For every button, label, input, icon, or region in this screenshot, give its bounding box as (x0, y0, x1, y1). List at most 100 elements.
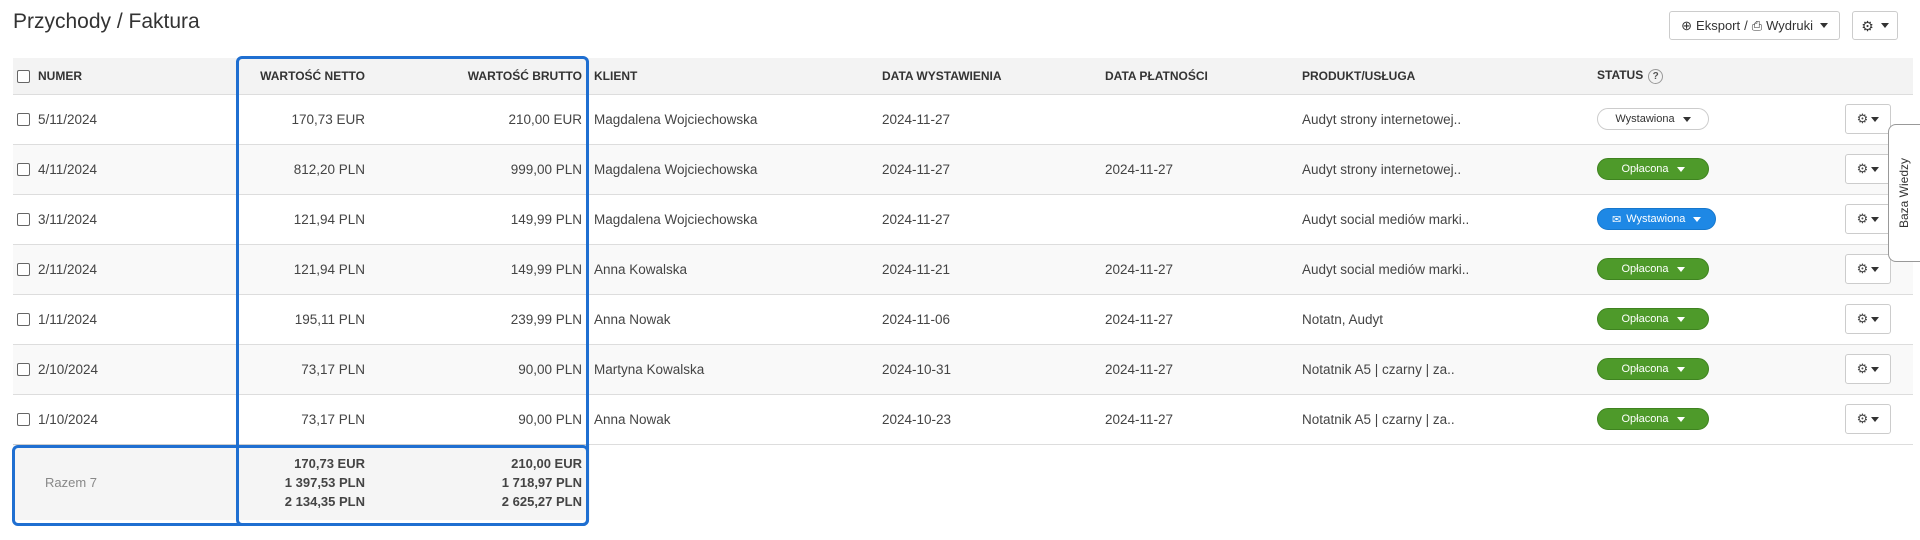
status-label: Opłacona (1621, 363, 1669, 375)
invoice-number[interactable]: 1/11/2024 (38, 312, 97, 327)
cell-numer: 1/10/2024 (13, 393, 181, 444)
status-label: Wystawiona (1615, 113, 1675, 125)
select-all-checkbox[interactable] (17, 69, 30, 83)
table-row: 4/11/2024 812,20 PLN 999,00 PLN Magdalena W… (13, 143, 1913, 194)
chevron-down-icon (1676, 266, 1685, 272)
row-settings-button[interactable]: ⚙ (1845, 304, 1891, 334)
cell-status: Opłacona (1593, 393, 1841, 444)
totals-brutto-line: 210,00 EUR (511, 455, 582, 471)
cell-status: ✉ Wystawiona (1593, 193, 1841, 244)
chevron-down-icon (1676, 416, 1685, 422)
totals-brutto-cell: 210,00 EUR 1 718,97 PLN 2 625,27 PLN (373, 443, 590, 520)
totals-row: Razem 7 170,73 EUR 1 397,53 PLN 2 134,35… (13, 443, 1913, 520)
chevron-down-icon (1871, 366, 1880, 372)
print-icon: ⎙ (1751, 17, 1763, 33)
status-dropdown[interactable]: Wystawiona (1597, 108, 1709, 130)
col-produkt[interactable]: PRODUKT/USŁUGA (1298, 58, 1593, 94)
col-brutto[interactable]: WARTOŚĆ BRUTTO (373, 58, 590, 94)
help-icon[interactable]: ? (1648, 68, 1664, 84)
cell-status: Opłacona (1593, 293, 1841, 344)
table-row: 1/10/2024 73,17 PLN 90,00 PLN Anna Nowak 202… (13, 393, 1913, 444)
row-settings-button[interactable]: ⚙ (1845, 104, 1891, 134)
cell-klient: Martyna Kowalska (590, 343, 878, 394)
settings-button[interactable]: ⚙ (1852, 11, 1898, 40)
cell-data-wystawienia: 2024-11-27 (878, 193, 1101, 244)
status-dropdown[interactable]: Opłacona (1597, 408, 1709, 430)
page-title: Przychody / Faktura (13, 10, 200, 33)
cell-brutto: 210,00 EUR (373, 93, 590, 144)
totals-netto-line: 2 134,35 PLN (284, 493, 365, 509)
cell-data-platnosci (1101, 193, 1298, 244)
invoice-number[interactable]: 1/10/2024 (38, 412, 98, 427)
status-dropdown[interactable]: Opłacona (1597, 358, 1709, 380)
cell-data-wystawienia: 2024-11-06 (878, 293, 1101, 344)
col-data-platnosci[interactable]: DATA PŁATNOŚCI (1101, 58, 1298, 94)
cell-data-wystawienia: 2024-11-27 (878, 93, 1101, 144)
status-dropdown[interactable]: Opłacona (1597, 258, 1709, 280)
knowledge-base-tab[interactable]: Baza Wiedzy (1888, 124, 1920, 262)
col-klient[interactable]: KLIENT (590, 58, 878, 94)
invoice-number[interactable]: 3/11/2024 (38, 212, 97, 227)
row-checkbox[interactable] (17, 363, 30, 377)
status-label: Opłacona (1621, 413, 1669, 425)
totals-brutto-line: 2 625,27 PLN (501, 493, 582, 509)
gear-icon: ⚙ (1861, 17, 1874, 34)
row-settings-button[interactable]: ⚙ (1845, 354, 1891, 384)
row-checkbox[interactable] (17, 263, 30, 277)
gear-icon: ⚙ (1856, 411, 1869, 426)
row-settings-button[interactable]: ⚙ (1845, 154, 1891, 184)
row-settings-button[interactable]: ⚙ (1845, 254, 1891, 284)
status-dropdown[interactable]: Opłacona (1597, 308, 1709, 330)
cell-brutto: 239,99 PLN (373, 293, 590, 344)
cell-netto: 812,20 PLN (181, 143, 373, 194)
cell-data-wystawienia: 2024-10-23 (878, 393, 1101, 444)
invoice-number[interactable]: 2/11/2024 (38, 262, 97, 277)
row-checkbox[interactable] (17, 313, 30, 327)
cell-actions: ⚙ (1841, 393, 1913, 444)
cell-data-wystawienia: 2024-10-31 (878, 343, 1101, 394)
row-checkbox[interactable] (17, 413, 30, 427)
table-row: 1/11/2024 195,11 PLN 239,99 PLN Anna Nowak 2… (13, 293, 1913, 344)
cell-brutto: 149,99 PLN (373, 193, 590, 244)
col-netto[interactable]: WARTOŚĆ NETTO (181, 58, 373, 94)
totals-label: Razem 7 (45, 474, 98, 490)
chevron-down-icon (1871, 316, 1880, 322)
cell-produkt: Notatnik A5 | czarny | za.. (1298, 343, 1593, 394)
status-label: Opłacona (1621, 163, 1669, 175)
chevron-down-icon (1871, 216, 1880, 222)
cell-status: Wystawiona (1593, 93, 1841, 144)
cell-netto: 121,94 PLN (181, 243, 373, 294)
cell-klient: Anna Kowalska (590, 243, 878, 294)
chevron-down-icon (1871, 266, 1880, 272)
cell-numer: 3/11/2024 (13, 193, 181, 244)
col-numer-label: NUMER (38, 68, 82, 83)
invoice-number[interactable]: 5/11/2024 (38, 112, 97, 127)
table-row: 2/11/2024 121,94 PLN 149,99 PLN Anna Kowals… (13, 243, 1913, 294)
cell-netto: 73,17 PLN (181, 343, 373, 394)
col-data-wystawienia[interactable]: DATA WYSTAWIENIA (878, 58, 1101, 94)
cell-data-platnosci: 2024-11-27 (1101, 143, 1298, 194)
status-dropdown[interactable]: ✉ Wystawiona (1597, 208, 1717, 230)
totals-netto-cell: 170,73 EUR 1 397,53 PLN 2 134,35 PLN (181, 443, 373, 520)
cell-netto: 121,94 PLN (181, 193, 373, 244)
gear-icon: ⚙ (1856, 161, 1869, 176)
cell-brutto: 90,00 PLN (373, 393, 590, 444)
row-checkbox[interactable] (17, 213, 30, 227)
cell-produkt: Audyt social mediów marki.. (1298, 193, 1593, 244)
cell-klient: Magdalena Wojciechowska (590, 143, 878, 194)
invoice-number[interactable]: 4/11/2024 (38, 162, 97, 177)
export-print-button[interactable]: ⊕ Eksport / ⎙ Wydruki (1669, 11, 1840, 40)
row-checkbox[interactable] (17, 163, 30, 177)
row-checkbox[interactable] (17, 113, 30, 127)
cell-produkt: Audyt strony internetowej.. (1298, 93, 1593, 144)
row-settings-button[interactable]: ⚙ (1845, 404, 1891, 434)
status-label: Opłacona (1621, 313, 1669, 325)
status-label: Opłacona (1621, 263, 1669, 275)
cell-data-wystawienia: 2024-11-21 (878, 243, 1101, 294)
invoice-number[interactable]: 2/10/2024 (38, 362, 98, 377)
status-dropdown[interactable]: Opłacona (1597, 158, 1709, 180)
col-status: STATUS? (1593, 58, 1841, 94)
row-settings-button[interactable]: ⚙ (1845, 204, 1891, 234)
cell-data-platnosci (1101, 93, 1298, 144)
cell-klient: Anna Nowak (590, 293, 878, 344)
